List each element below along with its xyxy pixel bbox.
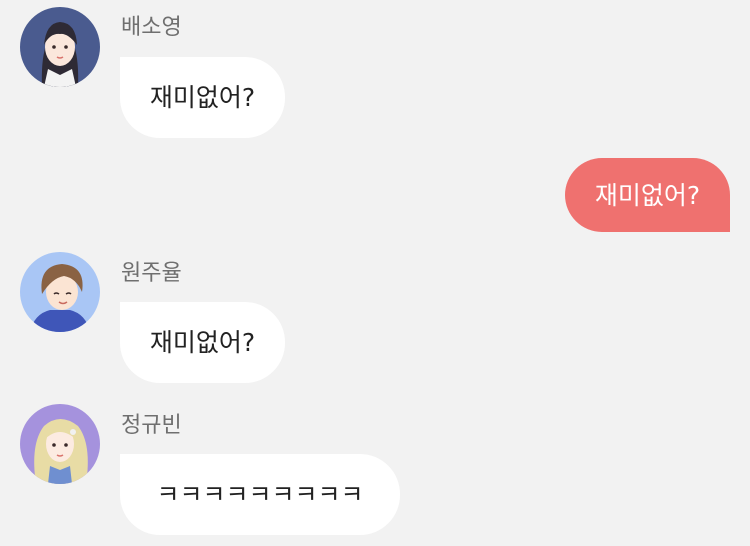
sender-name: 정규빈 <box>121 413 182 438</box>
avatar-girl-dark-hair-icon[interactable] <box>20 7 100 87</box>
avatar-girl-blonde-hair-icon[interactable] <box>20 404 100 484</box>
message-bubble-outgoing[interactable]: 재미없어? <box>565 158 730 232</box>
message-bubble-incoming[interactable]: 재미없어? <box>120 57 285 138</box>
avatar-boy-brown-hair-icon[interactable] <box>20 252 100 332</box>
message-bubble-incoming[interactable]: 재미없어? <box>120 302 285 383</box>
sender-name: 배소영 <box>121 15 182 40</box>
sender-name: 원주율 <box>121 261 182 286</box>
message-bubble-incoming[interactable]: ㅋㅋㅋㅋㅋㅋㅋㅋㅋ <box>120 454 400 535</box>
